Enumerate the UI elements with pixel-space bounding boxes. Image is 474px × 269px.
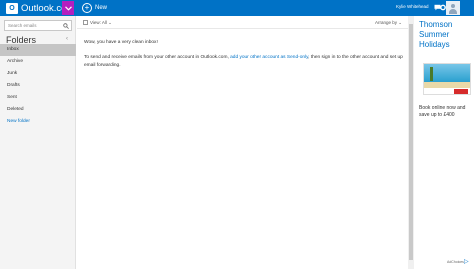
send-only-link[interactable]: add your other account as Send-only — [230, 55, 308, 60]
info-text-before: To send and receive emails from your oth… — [84, 55, 231, 60]
scrollbar[interactable] — [408, 16, 414, 269]
view-filter-dropdown[interactable]: View: All ⌄ — [90, 20, 112, 26]
ad-body[interactable]: Book online now and save up to £400 — [419, 105, 474, 119]
search-box — [4, 20, 72, 31]
folder-list: Inbox Archive Junk Drafts Sent Deleted N… — [0, 44, 76, 128]
new-folder-link[interactable]: New folder — [0, 116, 76, 128]
palm-tree-icon — [430, 67, 433, 81]
chevron-down-icon — [64, 5, 72, 11]
top-bar: O Outlook.com + New Kylie Whitehead — [0, 0, 474, 16]
empty-inbox-message: Wow, you have a very clean inbox! — [84, 40, 158, 45]
ad-choices-icon[interactable]: ▷ — [464, 258, 469, 265]
ad-sand — [424, 82, 470, 88]
plus-icon: + — [82, 3, 92, 13]
ad-panel[interactable]: Thomson Summer Holidays Book online now … — [415, 16, 474, 269]
app-switcher-button[interactable] — [62, 1, 74, 15]
user-name[interactable]: Kylie Whitehead — [396, 4, 429, 9]
arrange-by-dropdown[interactable]: Arrange by ⌄ — [375, 20, 402, 26]
scroll-thumb[interactable] — [409, 24, 413, 260]
outlook-logo-icon: O — [6, 2, 18, 14]
ad-beach-image[interactable] — [423, 63, 471, 95]
ad-choices-label[interactable]: AdChoices — [447, 260, 464, 264]
folder-item-drafts[interactable]: Drafts — [0, 80, 76, 92]
folder-item-inbox[interactable]: Inbox — [0, 44, 76, 56]
search-input[interactable] — [8, 23, 62, 28]
folder-item-sent[interactable]: Sent — [0, 92, 76, 104]
folder-sidebar: Folders ‹ Inbox Archive Junk Drafts Sent… — [0, 16, 76, 269]
forwarding-info: To send and receive emails from your oth… — [84, 54, 409, 70]
avatar[interactable] — [446, 1, 460, 15]
thomson-logo — [454, 89, 468, 94]
avatar-body — [449, 9, 457, 14]
folder-item-archive[interactable]: Archive — [0, 56, 76, 68]
message-toolbar: View: All ⌄ Arrange by ⌄ — [77, 16, 408, 29]
message-list-pane: View: All ⌄ Arrange by ⌄ Wow, you have a… — [77, 16, 408, 269]
search-icon[interactable] — [63, 23, 69, 29]
avatar-head — [451, 4, 455, 8]
folder-item-deleted[interactable]: Deleted — [0, 104, 76, 116]
ad-title[interactable]: Thomson Summer Holidays — [419, 20, 474, 50]
new-message-button[interactable]: + New — [82, 2, 107, 14]
select-all-checkbox[interactable] — [83, 20, 88, 25]
new-label: New — [95, 5, 108, 11]
folder-item-junk[interactable]: Junk — [0, 68, 76, 80]
collapse-icon[interactable]: ‹ — [66, 36, 68, 42]
